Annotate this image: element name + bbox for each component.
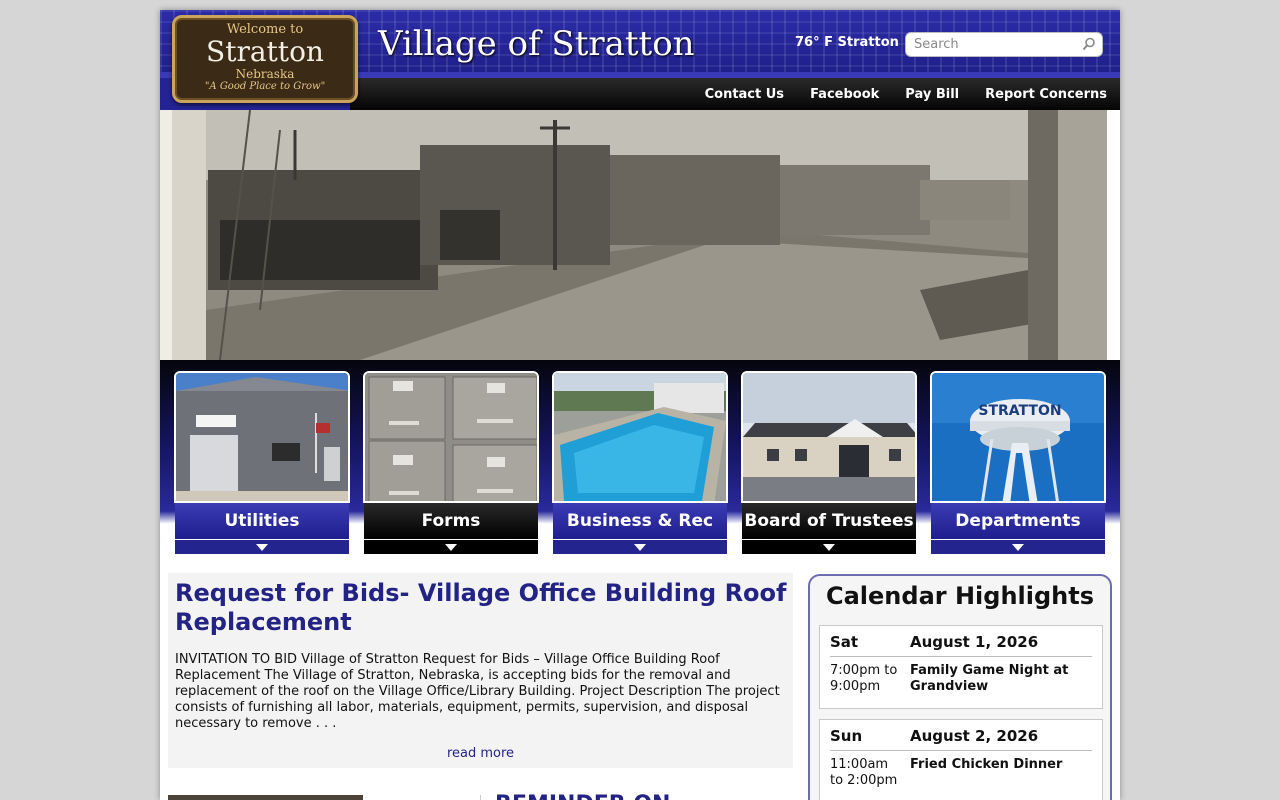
tile-forms[interactable]: Forms	[363, 371, 539, 554]
logo-slogan: "A Good Place to Grow"	[204, 81, 326, 92]
forms-tile-image	[363, 371, 539, 503]
nav-contact-us[interactable]: Contact Us	[692, 87, 797, 102]
nav-facebook[interactable]: Facebook	[797, 87, 892, 102]
calendar-event-card[interactable]: Sun August 2, 2026 11:00am to 2:00pm Fri…	[819, 719, 1103, 800]
event-day: Sat	[830, 633, 859, 651]
site-title: Village of Stratton	[378, 24, 695, 64]
business-rec-tile-image	[552, 371, 728, 503]
chevron-down-icon	[256, 543, 268, 551]
tile-departments[interactable]: STRATTON Departments	[930, 371, 1106, 554]
board-of-trustees-label: Board of Trustees	[742, 503, 916, 539]
calendar-event-header: Sat August 1, 2026	[830, 633, 1092, 657]
search-box	[905, 32, 1103, 57]
logo-town-name: Stratton	[206, 35, 324, 68]
tile-business-rec[interactable]: Business & Rec	[552, 371, 728, 554]
hero-historic-photo	[160, 110, 1120, 360]
business-rec-dropdown-toggle[interactable]	[553, 539, 727, 554]
article-excerpt: INVITATION TO BID Village of Stratton Re…	[175, 652, 780, 731]
departments-label: Departments	[931, 503, 1105, 539]
business-rec-label: Business & Rec	[553, 503, 727, 539]
utilities-dropdown-toggle[interactable]	[175, 539, 349, 554]
event-day: Sun	[830, 727, 863, 745]
chevron-down-icon	[634, 543, 646, 551]
utilities-label: Utilities	[175, 503, 349, 539]
calendar-highlights: Calendar Highlights Sat August 1, 2026 7…	[808, 574, 1112, 800]
page: Welcome to Stratton Nebraska "A Good Pla…	[160, 10, 1120, 800]
top-navigation: Contact Us Facebook Pay Bill Report Conc…	[692, 78, 1120, 110]
chevron-down-icon	[823, 543, 835, 551]
water-tower-text: STRATTON	[978, 403, 1061, 419]
departments-tile-image: STRATTON	[930, 371, 1106, 503]
event-name[interactable]: Family Game Night at Grandview	[910, 663, 1090, 695]
quick-links-tiles: Utilities Forms Business & Rec Board of …	[160, 360, 1120, 570]
chevron-down-icon	[1012, 543, 1024, 551]
calendar-event-card[interactable]: Sat August 1, 2026 7:00pm to 9:00pm Fami…	[819, 625, 1103, 709]
chevron-down-icon	[445, 543, 457, 551]
site-logo[interactable]: Welcome to Stratton Nebraska "A Good Pla…	[172, 15, 358, 103]
event-name[interactable]: Fried Chicken Dinner	[910, 757, 1090, 773]
event-date: August 1, 2026	[910, 633, 1039, 651]
historic-street-photo	[160, 110, 1120, 360]
site-header: Welcome to Stratton Nebraska "A Good Pla…	[160, 10, 1120, 110]
nav-report-concerns[interactable]: Report Concerns	[972, 87, 1120, 102]
search-icon[interactable]	[1082, 37, 1096, 51]
forms-dropdown-toggle[interactable]	[364, 539, 538, 554]
read-more-link[interactable]: read more	[168, 746, 793, 761]
tile-utilities[interactable]: Utilities	[174, 371, 350, 554]
search-input[interactable]	[906, 33, 1082, 56]
next-article-title[interactable]: REMINDER ON	[495, 792, 670, 800]
calendar-title: Calendar Highlights	[825, 582, 1095, 610]
calendar-event-header: Sun August 2, 2026	[830, 727, 1092, 751]
weather-readout: 76° F Stratton	[795, 35, 899, 50]
board-of-trustees-dropdown-toggle[interactable]	[742, 539, 916, 554]
tile-board-of-trustees[interactable]: Board of Trustees	[741, 371, 917, 554]
event-time: 7:00pm to 9:00pm	[830, 663, 898, 694]
nav-pay-bill[interactable]: Pay Bill	[892, 87, 972, 102]
divider	[480, 795, 481, 800]
forms-label: Forms	[364, 503, 538, 539]
event-date: August 2, 2026	[910, 727, 1039, 745]
article-title[interactable]: Request for Bids- Village Office Buildin…	[175, 579, 795, 637]
next-article-thumbnail[interactable]	[168, 795, 363, 800]
logo-state: Nebraska	[235, 67, 295, 81]
board-of-trustees-tile-image	[741, 371, 917, 503]
featured-news-article: Request for Bids- Village Office Buildin…	[168, 573, 793, 768]
departments-dropdown-toggle[interactable]	[931, 539, 1105, 554]
utilities-tile-image	[174, 371, 350, 503]
event-time: 11:00am to 2:00pm	[830, 757, 898, 788]
